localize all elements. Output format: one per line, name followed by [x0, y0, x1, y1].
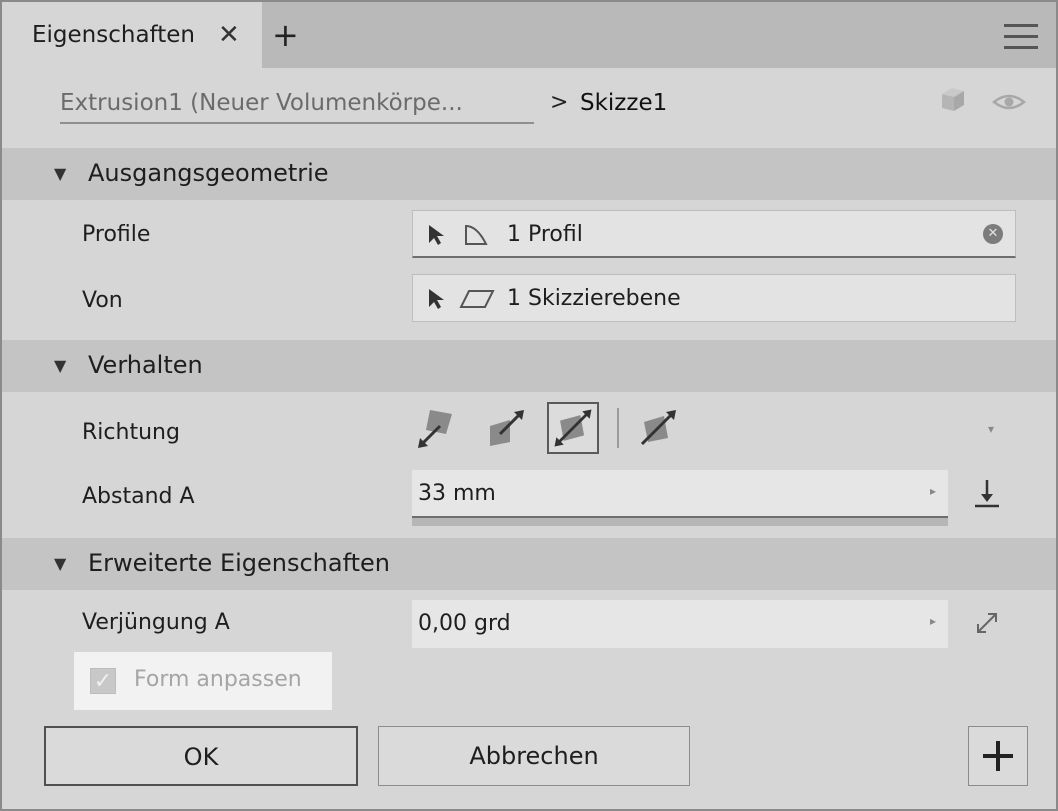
collapse-triangle-icon: ▼	[54, 356, 67, 375]
tab-bar: Eigenschaften ✕ +	[2, 2, 1056, 68]
cube-icon[interactable]	[938, 84, 968, 114]
spin-arrow-icon[interactable]: ▸	[930, 484, 936, 498]
section-erweiterte-eigenschaften[interactable]: ▼ Erweiterte Eigenschaften	[2, 538, 1056, 590]
distance-label: Abstand A	[82, 484, 195, 509]
breadcrumb-current[interactable]: Skizze1	[580, 90, 667, 116]
section-title: Ausgangsgeometrie	[88, 159, 329, 187]
cursor-arrow-icon	[429, 289, 444, 309]
eye-icon[interactable]	[992, 92, 1026, 112]
direction-symmetric-button[interactable]	[547, 402, 599, 454]
direction-flipped-button[interactable]	[480, 402, 532, 454]
hamburger-menu-icon[interactable]	[1004, 24, 1038, 57]
clear-icon[interactable]: ✕	[983, 224, 1003, 244]
direction-label: Richtung	[82, 420, 180, 445]
distance-value: 33 mm	[418, 481, 496, 506]
section-ausgangsgeometrie[interactable]: ▼ Ausgangsgeometrie	[2, 148, 1056, 200]
profile-label: Profile	[82, 222, 151, 247]
profile-value: 1 Profil	[507, 222, 583, 247]
add-tab-icon[interactable]: +	[272, 16, 299, 54]
breadcrumb-parent[interactable]: Extrusion1 (Neuer Volumenkörpe...	[60, 90, 534, 124]
form-anpassen-checkbox[interactable]: ✓ Form anpassen	[74, 652, 332, 710]
profile-shape-icon	[465, 224, 488, 245]
direction-symmetric-icon	[554, 409, 592, 447]
ok-button[interactable]: OK	[44, 726, 358, 786]
sketch-plane-icon	[459, 290, 495, 308]
taper-label: Verjüngung A	[82, 610, 230, 635]
taper-value: 0,00 grd	[418, 611, 511, 636]
close-icon[interactable]: ✕	[218, 20, 240, 50]
section-verhalten[interactable]: ▼ Verhalten	[2, 340, 1056, 392]
direction-dropdown-icon[interactable]: ▾	[988, 422, 994, 436]
properties-panel: Eigenschaften ✕ + Extrusion1 (Neuer Volu…	[0, 0, 1058, 811]
tab-label: Eigenschaften	[32, 22, 195, 48]
direction-separator	[617, 408, 619, 448]
distance-input[interactable]: 33 mm ▸	[412, 470, 948, 518]
cancel-button[interactable]: Abbrechen	[378, 726, 690, 786]
spin-arrow-icon[interactable]: ▸	[930, 614, 936, 628]
direction-flipped-icon	[490, 410, 524, 446]
flip-taper-icon[interactable]	[972, 608, 1002, 638]
from-selector[interactable]: 1 Skizzierebene	[412, 274, 1016, 322]
cursor-arrow-icon	[429, 225, 444, 245]
from-value: 1 Skizzierebene	[507, 286, 681, 311]
checkbox-label: Form anpassen	[134, 667, 302, 692]
breadcrumb: Extrusion1 (Neuer Volumenkörpe... > Skiz…	[2, 68, 1056, 144]
breadcrumb-separator: >	[550, 90, 569, 115]
collapse-triangle-icon: ▼	[54, 554, 67, 573]
direction-default-button[interactable]	[412, 402, 464, 454]
checkbox-box: ✓	[90, 668, 116, 694]
distance-underline	[412, 518, 948, 526]
measure-to-icon[interactable]	[972, 476, 1002, 512]
from-label: Von	[82, 288, 123, 313]
section-title: Verhalten	[88, 351, 203, 379]
tab-eigenschaften[interactable]: Eigenschaften ✕	[2, 2, 262, 68]
direction-asymmetric-icon	[640, 410, 676, 446]
direction-asymmetric-button[interactable]	[632, 402, 684, 454]
plus-icon	[983, 741, 1013, 771]
profile-selector[interactable]: 1 Profil ✕	[412, 210, 1016, 258]
taper-input[interactable]: 0,00 grd ▸	[412, 600, 948, 648]
direction-default-icon	[418, 410, 452, 448]
add-button[interactable]	[968, 726, 1028, 786]
collapse-triangle-icon: ▼	[54, 164, 67, 183]
section-title: Erweiterte Eigenschaften	[88, 549, 391, 577]
